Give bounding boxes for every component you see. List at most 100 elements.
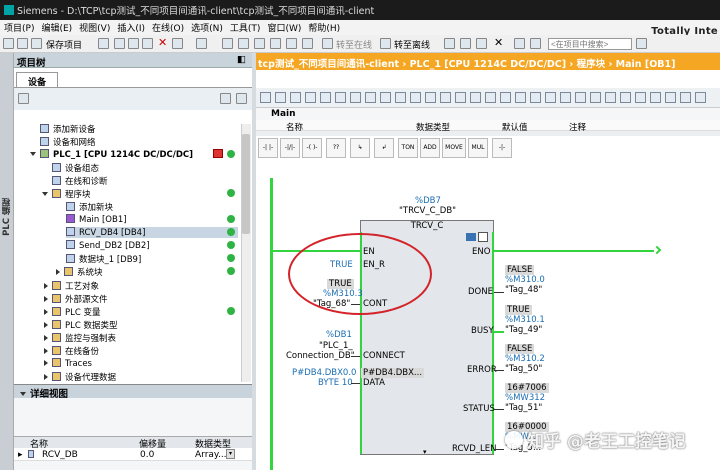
cross-references-icon[interactable]: ✕ [494,36,505,49]
open-project-icon[interactable] [17,38,28,49]
mul-button[interactable]: MUL [468,138,488,158]
copy-icon[interactable] [128,38,139,49]
block-info-icon[interactable] [466,233,476,241]
table-row[interactable]: ▸ RCV_DB 0.0 Array... ▾ [14,448,252,461]
block-settings-icon[interactable] [478,232,488,242]
done-tag[interactable]: "Tag_48" [505,285,542,295]
split-horizontal-icon[interactable] [514,38,525,49]
editor-tool-icon[interactable] [365,92,376,103]
editor-tool-icon[interactable] [425,92,436,103]
menu-tools[interactable]: 工具(T) [230,24,261,34]
expand-icon[interactable] [42,192,48,196]
paste-icon[interactable] [142,38,153,49]
tree-item-device-config[interactable]: 设备组态 [52,162,99,174]
collapse-icon[interactable]: ◧ [237,54,246,65]
expand-icon[interactable] [44,296,48,302]
block-expand-icon[interactable]: ▾ [423,448,427,456]
editor-tool-icon[interactable] [260,92,271,103]
editor-tool-icon[interactable] [620,92,631,103]
editor-tool-icon[interactable] [530,92,541,103]
no-contact-icon[interactable]: -| |- [258,138,278,158]
editor-tool-icon[interactable] [665,92,676,103]
menu-help[interactable]: 帮助(H) [308,24,340,34]
data-length[interactable]: BYTE 10 [318,378,353,388]
empty-box-icon[interactable]: ?? [326,138,346,158]
move-button[interactable]: MOVE [442,138,466,158]
tree-item-main-ob1[interactable]: Main [OB1] [66,214,127,225]
tree-item-online-backups[interactable]: 在线备份 [44,345,99,357]
undo-icon[interactable] [172,38,183,49]
tree-item-plc1[interactable]: PLC_1 [CPU 1214C DC/DC/DC] [30,149,193,160]
collapse-icon[interactable] [20,392,26,396]
tree-item-external-sources[interactable]: 外部源文件 [44,293,108,305]
plc-programming-label[interactable]: PLC 编程 [1,198,13,236]
editor-tool-icon[interactable] [500,92,511,103]
db-instance-name[interactable]: "TRCV_C_DB" [399,206,456,216]
menu-project[interactable]: 项目(P) [4,24,34,34]
delete-icon[interactable]: ✕ [158,36,169,49]
editor-tool-icon[interactable] [320,92,331,103]
editor-tool-icon[interactable] [545,92,556,103]
print-icon[interactable] [98,38,109,49]
status-address[interactable]: %MW312 [505,393,545,403]
editor-tool-icon[interactable] [515,92,526,103]
editor-tool-icon[interactable] [395,92,406,103]
connect-address[interactable]: %DB1 [326,330,352,340]
stop-simulation-icon[interactable] [302,38,313,49]
go-offline-button[interactable]: 转至离线 [394,38,430,51]
split-vertical-icon[interactable] [530,38,541,49]
editor-tool-icon[interactable] [410,92,421,103]
detail-view-header[interactable]: 详细视图 [14,384,252,400]
tree-view-toggle-icon[interactable] [220,93,231,104]
cut-icon[interactable] [114,38,125,49]
editor-tool-icon[interactable] [440,92,451,103]
data-address[interactable]: P#DB4.DBX0.0 [292,368,356,378]
tree-item-rcv-db4[interactable]: RCV_DB4 [DB4] [66,227,238,238]
expand-icon[interactable] [44,322,48,328]
tree-item-add-block[interactable]: 添加新块 [66,201,113,213]
download-icon[interactable] [254,38,265,49]
editor-tool-icon[interactable] [290,92,301,103]
expand-icon[interactable] [44,374,48,380]
busy-address[interactable]: %M310.1 [505,315,545,325]
tree-item-device-proxy[interactable]: 设备代理数据 [44,371,116,383]
tree-item-devices-networks[interactable]: 设备和网络 [40,136,96,148]
editor-tool-icon[interactable] [350,92,361,103]
editor-tool-icon[interactable] [305,92,316,103]
menu-insert[interactable]: 插入(I) [117,24,145,34]
expand-icon[interactable] [56,269,60,275]
compile-icon[interactable] [238,38,249,49]
menu-window[interactable]: 窗口(W) [267,24,301,34]
editor-tool-icon[interactable] [635,92,646,103]
save-icon[interactable] [31,38,42,49]
menu-edit[interactable]: 编辑(E) [41,24,72,34]
menu-view[interactable]: 视图(V) [79,24,110,34]
expand-icon[interactable] [44,309,48,315]
devices-tab[interactable]: 设备 [16,72,58,88]
dropdown-icon[interactable]: ▾ [226,449,235,459]
start-simulation-icon[interactable] [286,38,297,49]
expand-icon[interactable]: ▸ [18,450,23,460]
editor-tool-icon[interactable] [380,92,391,103]
add-icon[interactable] [18,93,29,104]
tree-item-program-blocks[interactable]: 程序块 [42,188,91,200]
tree-scrollbar-thumb[interactable] [242,134,250,234]
start-cpu-icon[interactable] [460,38,471,49]
editor-tool-icon[interactable] [455,92,466,103]
expand-icon[interactable] [44,348,48,354]
tree-item-traces[interactable]: Traces [44,358,92,369]
open-branch-icon[interactable]: ↳ [350,138,370,158]
editor-tool-icon[interactable] [590,92,601,103]
expand-icon[interactable] [44,283,48,289]
add-button[interactable]: ADD [420,138,440,158]
tree-item-technology-objects[interactable]: 工艺对象 [44,280,99,292]
split-editor-icon[interactable] [222,38,233,49]
editor-tool-icon[interactable] [560,92,571,103]
editor-tool-icon[interactable] [695,92,706,103]
redo-icon[interactable] [196,38,207,49]
connect-tag-line2[interactable]: Connection_DB" [286,351,355,361]
editor-tool-icon[interactable] [275,92,286,103]
nc-contact-icon[interactable]: -|/|- [280,138,300,158]
go-offline-icon[interactable] [380,38,391,49]
stop-cpu-icon[interactable] [476,38,487,49]
